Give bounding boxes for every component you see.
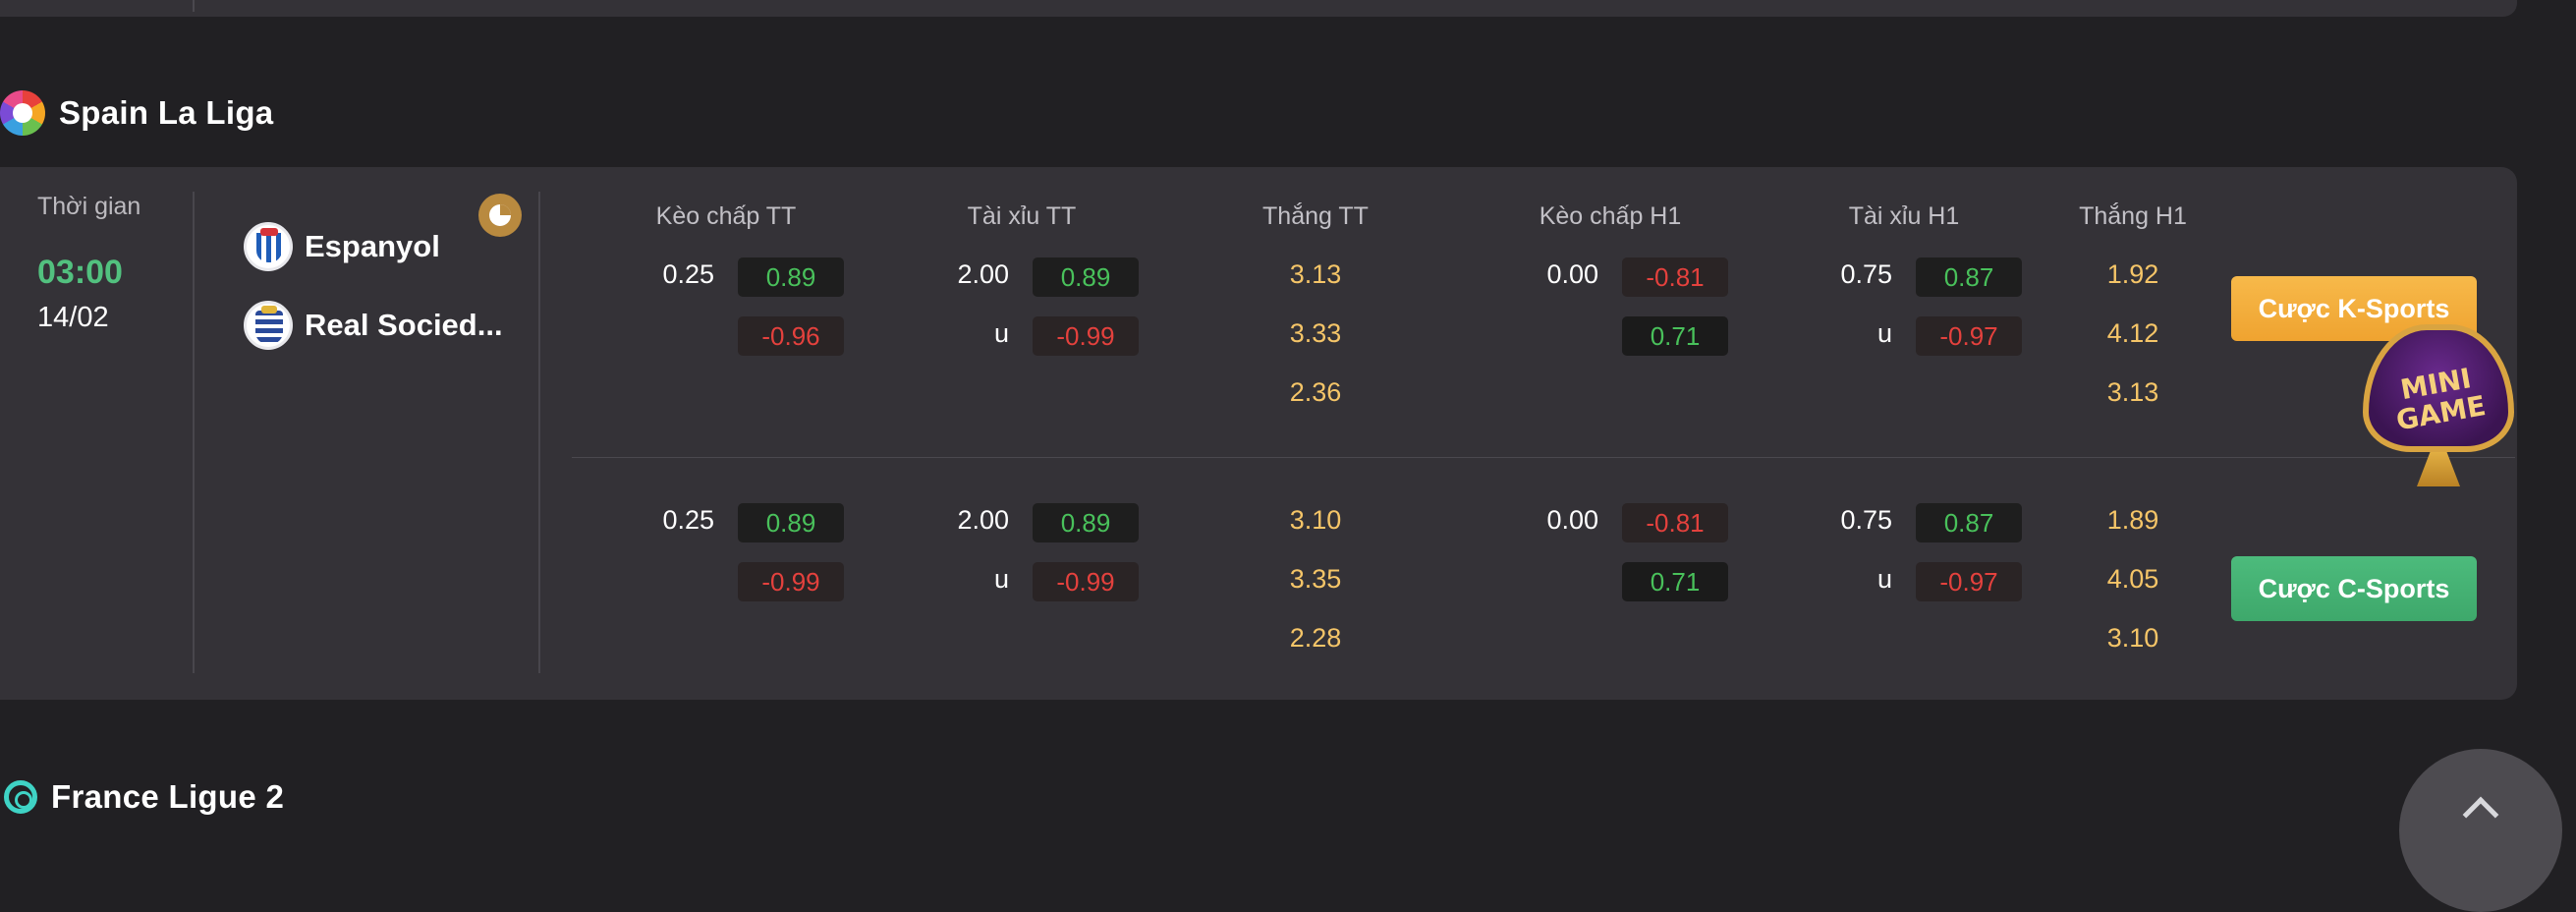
odd-button[interactable]: 0.87 — [1916, 503, 2022, 542]
win-odd[interactable]: 4.05 — [2107, 564, 2159, 595]
win-odd[interactable]: 3.10 — [1290, 505, 1342, 536]
total-line: 0.75 — [1840, 259, 1892, 289]
win-odd[interactable]: 4.12 — [2107, 318, 2159, 349]
divider — [193, 192, 195, 673]
odd-button[interactable]: 0.89 — [1033, 257, 1139, 297]
column-header: Tài xỉu TT — [967, 202, 1077, 230]
handicap-line: 0.00 — [1546, 259, 1598, 289]
divider — [193, 0, 195, 12]
home-team[interactable]: Espanyol — [244, 222, 440, 271]
odd-button[interactable]: 0.89 — [738, 257, 844, 297]
handicap-line: 0.25 — [662, 505, 714, 535]
real-sociedad-logo-icon — [244, 301, 293, 350]
total-line: 0.75 — [1840, 505, 1892, 535]
home-team-name: Espanyol — [305, 229, 440, 263]
win-odd[interactable]: 3.13 — [2107, 377, 2159, 408]
mini-game-widget[interactable]: MINI GAME — [2355, 324, 2522, 496]
total-line: 2.00 — [957, 505, 1009, 535]
scroll-to-top-button[interactable] — [2399, 749, 2562, 912]
espanyol-logo-icon — [244, 222, 293, 271]
odd-button[interactable]: -0.97 — [1916, 316, 2022, 356]
league-header-laliga[interactable]: Spain La Liga — [0, 88, 273, 138]
column-header: Kèo chấp TT — [655, 202, 797, 230]
win-odd[interactable]: 3.35 — [1290, 564, 1342, 595]
divider — [538, 192, 540, 673]
win-odd[interactable]: 3.10 — [2107, 623, 2159, 654]
away-team[interactable]: Real Socied... — [244, 301, 503, 350]
bet-c-sports-button[interactable]: Cược C-Sports — [2231, 556, 2477, 621]
chevron-up-icon — [2462, 796, 2499, 833]
under-label: u — [1876, 318, 1892, 348]
market-divider — [572, 457, 2515, 458]
league-name: France Ligue 2 — [51, 778, 285, 815]
odd-button[interactable]: -0.96 — [738, 316, 844, 356]
win-odd[interactable]: 1.92 — [2107, 259, 2159, 290]
odd-button[interactable]: 0.89 — [1033, 503, 1139, 542]
total-line: 2.00 — [957, 259, 1009, 289]
laliga-logo-icon — [0, 90, 45, 136]
under-label: u — [993, 318, 1009, 348]
win-odd[interactable]: 2.36 — [1290, 377, 1342, 408]
column-header: Thắng TT — [1262, 202, 1369, 230]
under-label: u — [1876, 564, 1892, 594]
odd-button[interactable]: -0.99 — [1033, 562, 1139, 601]
odd-button[interactable]: 0.71 — [1622, 316, 1728, 356]
away-team-name: Real Socied... — [305, 308, 503, 342]
match-time: 03:00 — [37, 254, 123, 291]
odd-button[interactable]: -0.81 — [1622, 257, 1728, 297]
win-odd[interactable]: 3.13 — [1290, 259, 1342, 290]
league-name: Spain La Liga — [59, 94, 274, 131]
under-label: u — [993, 564, 1009, 594]
handicap-line: 0.25 — [662, 259, 714, 289]
odd-button[interactable]: 0.87 — [1916, 257, 2022, 297]
odd-button[interactable]: -0.99 — [738, 562, 844, 601]
time-label: Thời gian — [37, 193, 141, 220]
odd-button[interactable]: -0.97 — [1916, 562, 2022, 601]
match-date: 14/02 — [37, 302, 109, 333]
spade-stem — [2417, 447, 2460, 486]
odd-button[interactable]: -0.99 — [1033, 316, 1139, 356]
clock-icon[interactable] — [478, 194, 522, 237]
odd-button[interactable]: 0.71 — [1622, 562, 1728, 601]
match-card: Thời gian 03:00 14/02 Espanyol Real Soci… — [0, 167, 2517, 700]
column-header: Kèo chấp H1 — [1539, 202, 1682, 230]
odd-button[interactable]: -0.81 — [1622, 503, 1728, 542]
previous-match-card — [0, 0, 2517, 17]
win-odd[interactable]: 3.33 — [1290, 318, 1342, 349]
odd-button[interactable]: 0.89 — [738, 503, 844, 542]
ligue2-logo-icon — [4, 780, 37, 814]
league-header-ligue2[interactable]: France Ligue 2 — [0, 772, 284, 822]
win-odd[interactable]: 1.89 — [2107, 505, 2159, 536]
win-odd[interactable]: 2.28 — [1290, 623, 1342, 654]
column-header: Thắng H1 — [2079, 202, 2187, 230]
column-header: Tài xỉu H1 — [1848, 202, 1960, 230]
handicap-line: 0.00 — [1546, 505, 1598, 535]
